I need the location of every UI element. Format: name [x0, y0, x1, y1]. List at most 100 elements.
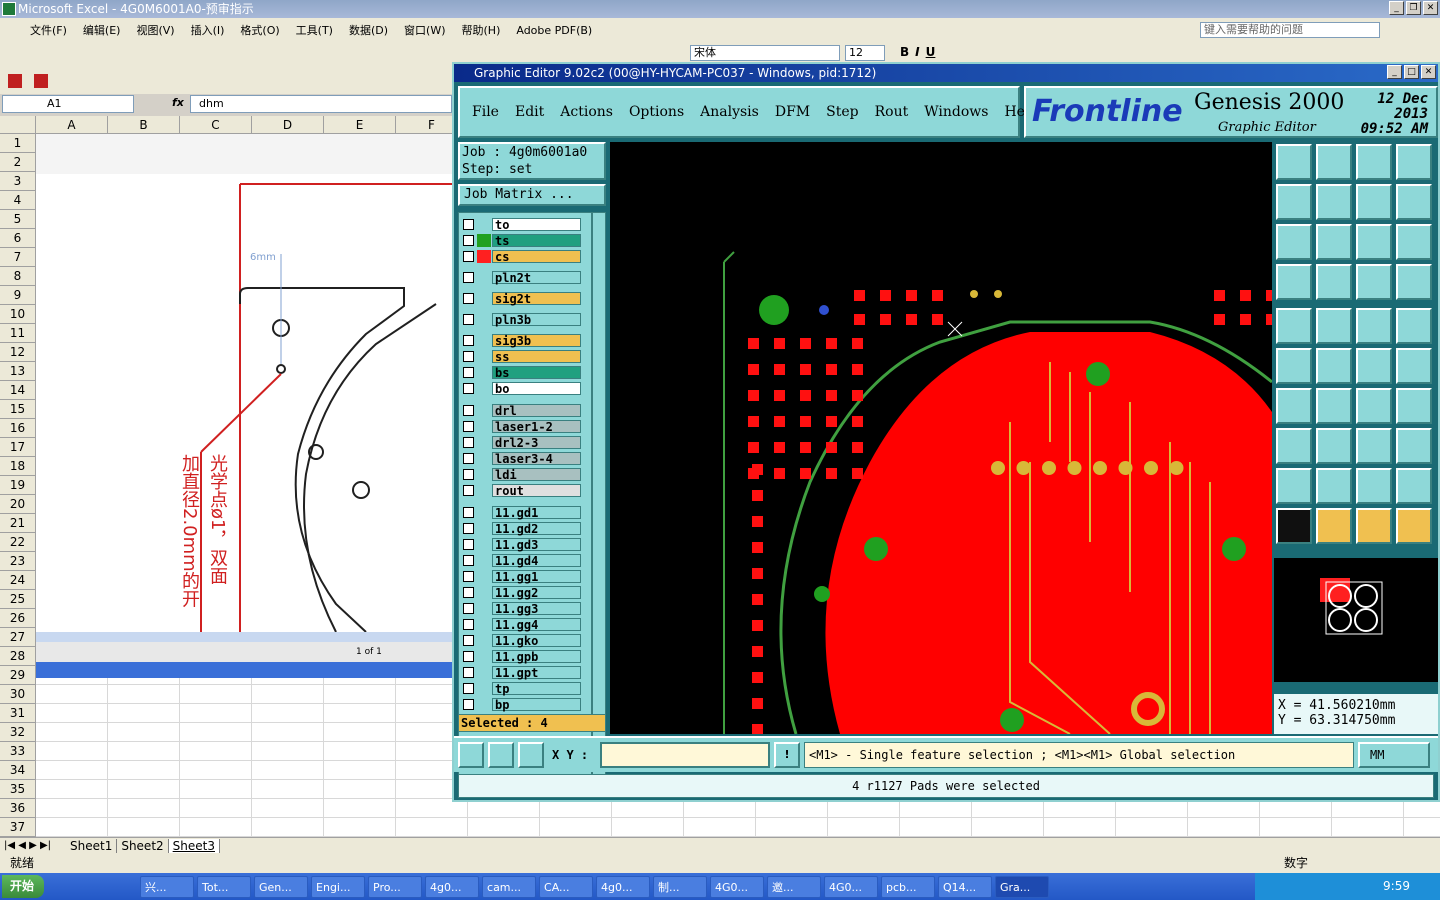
- layer-row-11.gd4[interactable]: 11.gd4: [459, 553, 581, 568]
- row-header[interactable]: 10: [0, 305, 36, 324]
- layer-row-tp[interactable]: tp: [459, 681, 581, 696]
- row-header[interactable]: 20: [0, 495, 36, 514]
- menu-help[interactable]: 帮助(H): [462, 22, 501, 38]
- layer-checkbox[interactable]: [463, 539, 474, 550]
- layer-row-bp[interactable]: bp: [459, 697, 581, 712]
- circle-icon[interactable]: [1396, 308, 1432, 344]
- layer-color-swatch[interactable]: [477, 382, 491, 395]
- draw-icon[interactable]: [1316, 388, 1352, 424]
- layer-color-swatch[interactable]: [477, 554, 491, 567]
- layer-color-swatch[interactable]: [477, 538, 491, 551]
- row-header[interactable]: 7: [0, 248, 36, 267]
- row-header[interactable]: 36: [0, 799, 36, 818]
- select-all-corner[interactable]: [0, 116, 36, 134]
- column-header-d[interactable]: D: [252, 116, 324, 134]
- layer-color-swatch[interactable]: [477, 586, 491, 599]
- help-search-input[interactable]: 键入需要帮助的问题: [1200, 22, 1380, 38]
- alert-icon[interactable]: !: [774, 742, 800, 768]
- layer-scrollbar[interactable]: [592, 212, 606, 778]
- ge-close-button[interactable]: ✕: [1421, 65, 1436, 79]
- layer-checkbox[interactable]: [463, 437, 474, 448]
- layer-checkbox[interactable]: [463, 235, 474, 246]
- task-button[interactable]: Gen...: [254, 875, 309, 898]
- layer-checkbox[interactable]: [463, 251, 474, 262]
- task-button[interactable]: 制...: [653, 875, 708, 898]
- arc-icon[interactable]: [1356, 388, 1392, 424]
- layer-checkbox[interactable]: [463, 383, 474, 394]
- font-size-select[interactable]: 12: [845, 45, 885, 61]
- task-button[interactable]: Q14...: [938, 875, 993, 898]
- layer-row-ts[interactable]: ts: [459, 233, 581, 248]
- link2-icon[interactable]: [1396, 348, 1432, 384]
- layer-color-swatch[interactable]: [477, 292, 491, 305]
- layer-row-11.gd1[interactable]: 11.gd1: [459, 505, 581, 520]
- menu-data[interactable]: 数据(D): [349, 22, 388, 38]
- row-header[interactable]: 13: [0, 362, 36, 381]
- prev-icon[interactable]: [1276, 184, 1312, 220]
- layer-row-to[interactable]: to: [459, 217, 581, 232]
- menu-format[interactable]: 格式(O): [240, 22, 279, 38]
- start-button[interactable]: 开始: [2, 875, 45, 898]
- row-header[interactable]: 33: [0, 742, 36, 761]
- shape-icon[interactable]: [1316, 308, 1352, 344]
- layer-color-swatch[interactable]: [477, 234, 491, 247]
- pointer-icon[interactable]: [1276, 508, 1312, 544]
- layer-row-11.gg4[interactable]: 11.gg4: [459, 617, 581, 632]
- link-icon[interactable]: [1356, 348, 1392, 384]
- job-matrix-button[interactable]: Job Matrix ...: [458, 184, 606, 206]
- pdf-mail-icon[interactable]: [34, 74, 48, 88]
- layer-color-swatch[interactable]: [477, 666, 491, 679]
- ge-menu-actions[interactable]: Actions: [560, 104, 613, 120]
- task-button[interactable]: 4G0...: [710, 875, 765, 898]
- task-button[interactable]: 4G0...: [824, 875, 879, 898]
- ge-minimize-button[interactable]: _: [1387, 65, 1402, 79]
- layer-checkbox[interactable]: [463, 367, 474, 378]
- undo-icon[interactable]: [1356, 184, 1392, 220]
- layer-row-rout[interactable]: rout: [459, 483, 581, 498]
- row-header[interactable]: 35: [0, 780, 36, 799]
- node-icon[interactable]: [1276, 348, 1312, 384]
- layer-checkbox[interactable]: [463, 523, 474, 534]
- task-button[interactable]: 4g0...: [425, 875, 480, 898]
- row-header[interactable]: 34: [0, 761, 36, 780]
- row-header[interactable]: 15: [0, 400, 36, 419]
- layer-row-11.gpb[interactable]: 11.gpb: [459, 649, 581, 664]
- row-header[interactable]: 14: [0, 381, 36, 400]
- line-icon[interactable]: [1316, 428, 1352, 464]
- tab-sheet3[interactable]: Sheet3: [168, 838, 220, 853]
- row-header[interactable]: 23: [0, 552, 36, 571]
- layer-row-11.gko[interactable]: 11.gko: [459, 633, 581, 648]
- layer-checkbox[interactable]: [463, 485, 474, 496]
- layer-checkbox[interactable]: [463, 667, 474, 678]
- task-button[interactable]: Tot...: [197, 875, 252, 898]
- tab-sheet2[interactable]: Sheet2: [117, 838, 169, 853]
- units-select[interactable]: MM: [1358, 742, 1430, 768]
- layer-row-laser3-4[interactable]: laser3-4: [459, 451, 581, 466]
- layer-color-swatch[interactable]: [477, 250, 491, 263]
- layer-row-ldi[interactable]: ldi: [459, 467, 581, 482]
- layer-checkbox[interactable]: [463, 335, 474, 346]
- row-header[interactable]: 21: [0, 514, 36, 533]
- angle-icon[interactable]: [1276, 388, 1312, 424]
- row-header[interactable]: 26: [0, 609, 36, 628]
- layer-list[interactable]: to ts cs pln2t sig2t pln3b sig3b ss bs bo drl laser…: [458, 212, 592, 778]
- xy-input[interactable]: [600, 742, 770, 768]
- net2-icon[interactable]: [1396, 264, 1432, 300]
- layer-row-sig3b[interactable]: sig3b: [459, 333, 581, 348]
- tab-nav-arrows[interactable]: |◀ ◀ ▶ ▶|: [0, 840, 66, 851]
- row-header[interactable]: 28: [0, 647, 36, 666]
- task-button[interactable]: 兴...: [140, 875, 195, 898]
- name-box[interactable]: A1: [2, 95, 134, 113]
- column-header-c[interactable]: C: [180, 116, 252, 134]
- menu-insert[interactable]: 插入(I): [191, 22, 225, 38]
- layer-row-ss[interactable]: ss: [459, 349, 581, 364]
- row-header[interactable]: 19: [0, 476, 36, 495]
- layer-row-drl[interactable]: drl: [459, 403, 581, 418]
- ge-menu-analysis[interactable]: Analysis: [700, 104, 759, 120]
- ge-menu-options[interactable]: Options: [629, 104, 684, 120]
- graphic-canvas[interactable]: [610, 142, 1272, 734]
- ge-menu-dfm[interactable]: DFM: [775, 104, 810, 120]
- ge-menu-file[interactable]: File: [472, 104, 499, 120]
- column-header-b[interactable]: B: [108, 116, 180, 134]
- layer-checkbox[interactable]: [463, 272, 474, 283]
